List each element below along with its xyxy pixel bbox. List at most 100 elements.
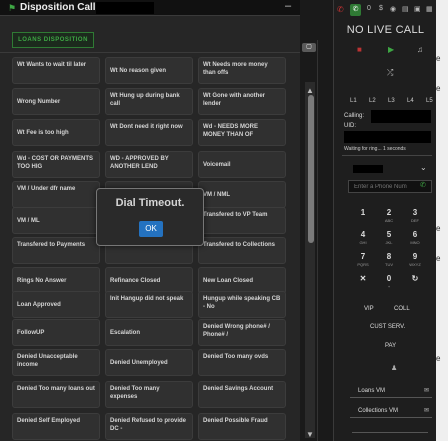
line-button[interactable]: L4: [407, 98, 414, 104]
keypad-key[interactable]: 1: [352, 208, 374, 226]
record-icon[interactable]: ■: [357, 45, 362, 54]
keypad-key[interactable]: 0 +: [378, 274, 400, 292]
disposition-title-bar: ⚑ Disposition Call: 17 –: [0, 0, 300, 16]
screen-icon[interactable]: ▣: [414, 5, 421, 13]
disposition-option-button[interactable]: Transfered to Payments: [12, 237, 100, 264]
keypad-digit: 6: [412, 230, 418, 239]
chevron-down-icon[interactable]: ⌄: [420, 163, 427, 172]
loans-voicemail-button[interactable]: Loans VM ✉: [350, 385, 432, 398]
keypad-key[interactable]: 7 PQRS: [352, 252, 374, 270]
line-button[interactable]: L5: [426, 98, 433, 104]
disposition-option-button[interactable]: Wt Wants to wait til later: [12, 57, 100, 84]
disposition-option-button[interactable]: Denied Possible Fraud: [198, 413, 286, 440]
window-icon[interactable]: ▤: [402, 5, 409, 13]
disposition-option-button[interactable]: Wt Needs more money than offs: [198, 57, 286, 84]
disposition-option-button[interactable]: Rings No Answer: [12, 267, 100, 294]
disposition-option-button[interactable]: Loan Approved: [12, 291, 100, 318]
hangup-icon[interactable]: ✆: [337, 5, 344, 14]
keypad-key[interactable]: 4 GHI: [352, 230, 374, 248]
disposition-option-button[interactable]: Voicemail: [198, 151, 286, 178]
disposition-option-button[interactable]: Wt Gone with another lender: [198, 88, 286, 115]
keypad-letters: +: [387, 284, 391, 289]
disposition-option-button[interactable]: VM / ML: [12, 207, 100, 234]
disposition-option-button[interactable]: Wd - NEEDS MORE MONEY THAN OF: [198, 119, 286, 146]
customer-service-button[interactable]: CUST SERV.: [370, 324, 405, 330]
line-button[interactable]: L3: [388, 98, 395, 104]
disposition-option-button[interactable]: Denied Refused to provide DC -: [105, 413, 193, 440]
softphone-panel: ✆ ✆ 0 $ ◉ ▤ ▣ ▦ NO LIVE CALL ■ ▶ ♫ ⤮ L1 L…: [333, 0, 436, 441]
disposition-option-button[interactable]: Denied Savings Account: [198, 381, 286, 408]
disposition-option-button[interactable]: Denied Too many loans out: [12, 381, 100, 408]
scroll-up-arrow-icon[interactable]: ▲: [306, 86, 314, 95]
keypad-key[interactable]: 2 ABC: [378, 208, 400, 226]
ok-button[interactable]: OK: [139, 221, 163, 237]
keypad-key[interactable]: 5 JKL: [378, 230, 400, 248]
disposition-option-button[interactable]: FollowUP: [12, 319, 100, 346]
disposition-option-button[interactable]: Wrong Number: [12, 88, 100, 115]
redacted-calling-number: [371, 110, 431, 123]
line-button[interactable]: L1: [350, 98, 357, 104]
keypad-key[interactable]: ↻: [404, 274, 426, 292]
disposition-option-button[interactable]: WD - APPROVED BY ANOTHER LEND: [105, 151, 193, 178]
disposition-option-button[interactable]: Wt Dont need it right now: [105, 119, 193, 146]
keypad-letters: GHI: [359, 240, 367, 245]
disposition-option-button[interactable]: Escalation: [105, 319, 193, 346]
dollar-icon[interactable]: $: [379, 5, 383, 12]
disposition-option-button[interactable]: Wd - COST OR PAYMENTS TOO HIG: [12, 151, 100, 178]
dial-timeout-dialog: Dial Timeout. OK: [96, 188, 204, 246]
dialpad-icon[interactable]: ▦: [426, 5, 433, 13]
redacted-caller-id-select[interactable]: [353, 165, 383, 173]
keypad-digit: 0: [386, 274, 392, 283]
phone-icon[interactable]: ✆: [420, 181, 426, 189]
minimize-button[interactable]: –: [285, 0, 291, 12]
flag-icon: ⚑: [8, 3, 17, 13]
disposition-option-button[interactable]: Wt Hung up during bank call: [105, 88, 193, 115]
vip-button[interactable]: VIP: [364, 306, 374, 312]
loans-voicemail-label: Loans VM: [358, 388, 386, 394]
disposition-option-button[interactable]: Wt No reason given: [105, 57, 193, 84]
disposition-option-button[interactable]: Wt Fee is too high: [12, 119, 100, 146]
play-icon[interactable]: ▶: [388, 45, 394, 54]
collections-voicemail-label: Collections VM: [358, 408, 399, 414]
keypad-digit: 7: [360, 252, 366, 261]
disposition-option-button[interactable]: Transfered to Collections: [198, 237, 286, 264]
disposition-option-button[interactable]: Denied Too many ovds: [198, 349, 286, 376]
music-icon[interactable]: ♫: [417, 45, 423, 54]
tab-loans-disposition[interactable]: LOANS DISPOSITION: [12, 32, 94, 48]
disposition-option-button[interactable]: Init Hangup did not speak: [105, 291, 193, 318]
line-selector: L1 L2 L3 L4 L5: [334, 98, 437, 108]
line-button[interactable]: L2: [369, 98, 376, 104]
background-page-edge: e e e e e: [436, 0, 448, 441]
pay-button[interactable]: PAY: [385, 343, 396, 349]
person-icon[interactable]: ♟: [391, 364, 397, 372]
keypad-letters: ABC: [384, 218, 394, 223]
keypad-key[interactable]: 8 TUV: [378, 252, 400, 270]
keypad-key[interactable]: ✕: [352, 274, 374, 292]
disposition-option-button[interactable]: Denied Unemployed: [105, 349, 193, 376]
disposition-option-button[interactable]: Denied Wrong phone# / Phone# /: [198, 319, 286, 346]
phone-icon[interactable]: ✆: [350, 4, 361, 16]
scrollbar-thumb[interactable]: [308, 95, 314, 243]
disposition-option-button[interactable]: Denied Too many expenses: [105, 381, 193, 408]
keypad-key[interactable]: 9 WXYZ: [404, 252, 426, 270]
collections-button[interactable]: COLL: [394, 306, 410, 312]
divider: [317, 40, 318, 441]
disposition-option-button[interactable]: Hungup while speaking CB - No: [198, 291, 286, 318]
notification-count: 0: [367, 5, 371, 12]
camera-icon[interactable]: ◉: [390, 5, 396, 13]
disposition-option-button[interactable]: Transfered to VP Team: [198, 207, 286, 234]
transfer-icon[interactable]: ⤮: [387, 68, 393, 78]
collections-voicemail-button[interactable]: Collections VM ✉: [350, 405, 432, 418]
disposition-option-button[interactable]: VM / Under dfr name: [12, 181, 100, 208]
window-restore-button[interactable]: ▢: [302, 43, 316, 52]
scroll-down-arrow-icon[interactable]: ▼: [306, 430, 314, 439]
mail-icon: ✉: [423, 388, 429, 394]
redacted-phone-number: [96, 2, 154, 14]
disposition-option-button[interactable]: Denied Self Employed: [12, 413, 100, 440]
disposition-option-button[interactable]: VM / NML: [198, 181, 286, 208]
keypad-key[interactable]: 3 DEF: [404, 208, 426, 226]
disposition-option-button[interactable]: Refinance Closed: [105, 267, 193, 294]
keypad-key[interactable]: 6 MNO: [404, 230, 426, 248]
disposition-option-button[interactable]: New Loan Closed: [198, 267, 286, 294]
disposition-option-button[interactable]: Denied Unacceptable income: [12, 349, 100, 376]
